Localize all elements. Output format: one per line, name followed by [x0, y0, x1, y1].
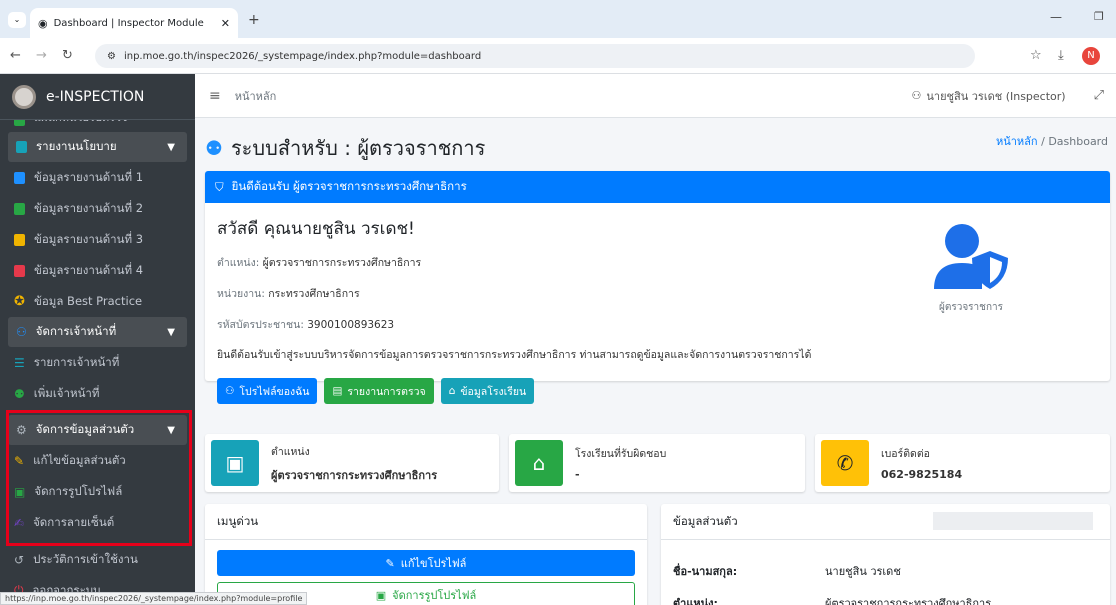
url-field[interactable]: ⚙ inp.moe.go.th/inspec2026/_systempage/i…	[95, 44, 975, 68]
shield-icon: ⛉	[215, 179, 224, 194]
download-icon[interactable]: ⤓	[1058, 48, 1064, 63]
role-label: ผู้ตรวจราชการ	[938, 302, 1003, 313]
users-cog-icon: ⚇	[16, 325, 27, 339]
sidebar-item-add-staff[interactable]: ⚉ เพิ่มเจ้าหน้าที่	[0, 378, 195, 409]
welcome-banner: ⛉ ยินดีต้อนรับ ผู้ตรวจราชการกระทรวงศึกษา…	[205, 171, 1110, 203]
user-shield-icon	[934, 224, 1008, 289]
sidebar-item-report-2[interactable]: ข้อมูลรายงานด้านที่ 2	[0, 193, 195, 224]
tab-list-button[interactable]: ⌄	[8, 12, 26, 28]
top-navbar: ≡ หน้าหลัก ⚇ นายชูสิน วรเดช (Inspector) …	[195, 74, 1116, 118]
inspection-report-button[interactable]: ▤ รายงานการตรวจ	[324, 378, 434, 404]
breadcrumb: หน้าหลัก / Dashboard	[995, 135, 1108, 148]
forward-icon[interactable]: →	[36, 48, 47, 63]
sidebar-item-policy-report[interactable]: รายงานนโยบาย ▼	[8, 132, 187, 162]
close-tab-icon[interactable]: ✕	[221, 17, 230, 30]
briefcase-icon: ▣	[211, 440, 259, 486]
welcome-card: ⛉ ยินดีต้อนรับ ผู้ตรวจราชการกระทรวงศึกษา…	[205, 171, 1110, 404]
nav-home-link[interactable]: หน้าหลัก	[235, 87, 277, 105]
url-text: inp.moe.go.th/inspec2026/_systempage/ind…	[123, 50, 482, 62]
quick-menu-title: เมนูด่วน	[205, 504, 647, 540]
clipboard-icon: ▤	[332, 385, 343, 397]
file-icon	[14, 202, 25, 215]
tab-bar: ⌄ ◉ Dashboard | Inspector Module ✕ + — ❐	[0, 0, 1116, 38]
page-title: ⚉ ระบบสำหรับ : ผู้ตรวจราชการ	[205, 136, 486, 160]
my-profile-button[interactable]: ⚇ โปรไฟล์ของฉัน	[217, 378, 318, 404]
breadcrumb-current: Dashboard	[1048, 135, 1108, 148]
globe-icon: ◉	[38, 16, 48, 30]
reload-icon[interactable]: ↻	[62, 48, 73, 63]
id-row: รหัสบัตรประชาชน: 3900100893623	[217, 319, 395, 331]
menu-toggle-icon[interactable]: ≡	[209, 88, 221, 104]
minimize-icon[interactable]: —	[1050, 10, 1062, 24]
new-tab-icon[interactable]: +	[248, 12, 260, 28]
list-icon: ☰	[14, 355, 25, 370]
school-icon: ⌂	[448, 385, 456, 397]
personal-info-card: ข้อมูลส่วนตัว ชื่อ-นามสกุล: นายชูสิน วรเ…	[661, 504, 1110, 605]
file-icon	[14, 264, 25, 277]
chevron-down-icon: ▼	[167, 141, 175, 153]
user-shield-icon: ⚉	[205, 136, 223, 160]
browser-window: ⌄ ◉ Dashboard | Inspector Module ✕ + — ❐…	[0, 0, 1116, 605]
image-icon: ▣	[375, 588, 387, 602]
user-plus-icon: ⚉	[14, 386, 25, 401]
position-row: ตำแหน่ง: ผู้ตรวจราชการกระทรวงศึกษาธิการ	[673, 597, 992, 605]
site-settings-icon[interactable]: ⚙	[107, 51, 116, 62]
sidebar-item-staff-management[interactable]: ⚇ จัดการเจ้าหน้าที่ ▼	[8, 317, 187, 347]
school-icon: ⌂	[515, 440, 563, 486]
main-content: ⚉ ระบบสำหรับ : ผู้ตรวจราชการ หน้าหลัก / …	[195, 118, 1116, 605]
breadcrumb-home[interactable]: หน้าหลัก	[996, 135, 1038, 148]
user-icon: ⚇	[225, 385, 235, 397]
file-icon	[14, 233, 25, 246]
sidebar-item-login-history[interactable]: ↺ ประวัติการเข้าใช้งาน	[0, 544, 195, 575]
edit-profile-button[interactable]: ✎ แก้ไขโปรไฟล์	[217, 550, 635, 576]
history-icon: ↺	[14, 552, 25, 567]
fullscreen-icon[interactable]: ⤢	[1094, 88, 1104, 103]
restore-icon[interactable]: ❐	[1094, 10, 1104, 23]
brand-name: e-INSPECTION	[46, 88, 145, 105]
status-bar-url: https://inp.moe.go.th/inspec2026/_system…	[0, 592, 308, 605]
phone-icon: ✆	[821, 440, 869, 486]
sidebar-item-staff-list[interactable]: ☰ รายการเจ้าหน้าที่	[0, 347, 195, 378]
sidebar-item-report-3[interactable]: ข้อมูลรายงานด้านที่ 3	[0, 224, 195, 255]
user-icon: ⚇	[911, 89, 922, 102]
school-info-button[interactable]: ⌂ ข้อมูลโรงเรียน	[440, 378, 535, 404]
profile-avatar[interactable]: N	[1082, 47, 1100, 65]
welcome-paragraph: ยินดีต้อนรับเข้าสู่ระบบบริหารจัดการข้อมู…	[217, 349, 812, 361]
quick-menu-card: เมนูด่วน ✎ แก้ไขโปรไฟล์ ▣ จัดการรูปโปรไฟล์	[205, 504, 647, 605]
folder-icon	[16, 141, 27, 153]
name-row: ชื่อ-นามสกุล: นายชูสิน วรเดช	[673, 565, 901, 578]
personal-info-badge	[933, 512, 1093, 530]
back-icon[interactable]: ←	[10, 48, 21, 63]
chevron-down-icon: ▼	[167, 326, 175, 338]
brand-logo	[12, 84, 36, 109]
bookmark-star-icon[interactable]: ☆	[1030, 48, 1042, 63]
address-bar: ← → ↻ ⚙ inp.moe.go.th/inspec2026/_system…	[0, 38, 1116, 74]
user-menu[interactable]: ⚇ นายชูสิน วรเดช (Inspector)	[912, 87, 1066, 105]
sidebar-item-best-practice[interactable]: ✪ ข้อมูล Best Practice	[0, 286, 195, 317]
tab-title: Dashboard | Inspector Module	[53, 17, 204, 29]
sidebar-item-report-4[interactable]: ข้อมูลรายงานด้านที่ 4	[0, 255, 195, 286]
info-box-school: ⌂ โรงเรียนที่รับผิดชอบ -	[509, 434, 805, 492]
highlight-box	[6, 410, 192, 546]
award-icon: ✪	[14, 294, 25, 309]
brand[interactable]: e-INSPECTION	[0, 74, 195, 120]
user-edit-icon: ✎	[385, 556, 395, 570]
sidebar-item-report-1[interactable]: ข้อมูลรายงานด้านที่ 1	[0, 162, 195, 193]
browser-tab[interactable]: ◉ Dashboard | Inspector Module ✕	[30, 8, 238, 38]
role-avatar: ผู้ตรวจราชการ	[932, 221, 1010, 315]
file-icon	[14, 171, 25, 184]
info-box-phone: ✆ เบอร์ติดต่อ 062-9825184	[815, 434, 1110, 492]
info-box-position: ▣ ตำแหน่ง ผู้ตรวจราชการกระทรวงศึกษาธิการ	[205, 434, 499, 492]
